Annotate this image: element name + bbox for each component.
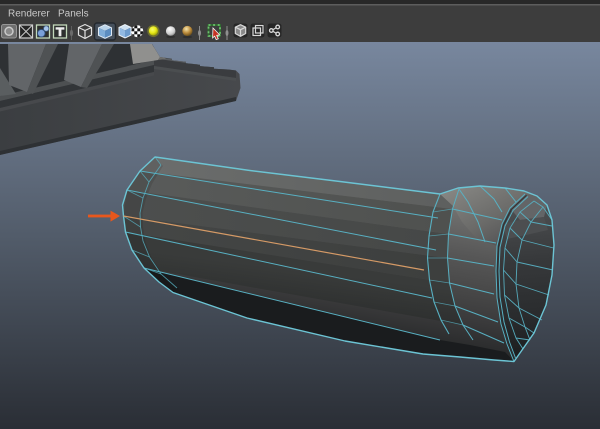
svg-text:Renderer: Renderer — [8, 9, 50, 20]
svg-text:Panels: Panels — [58, 9, 89, 20]
